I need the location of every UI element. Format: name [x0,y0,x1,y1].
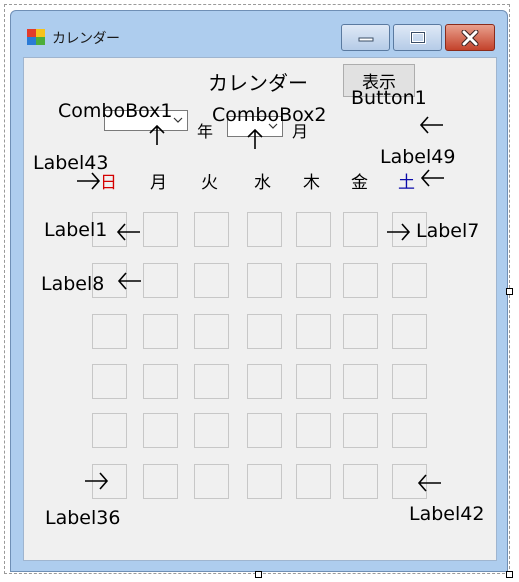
annotation-label42: Label42 [409,503,485,525]
arrow-right-icon [85,472,109,490]
day-label-cell [247,413,282,448]
arrow-left-icon [417,474,441,492]
day-label-cell [143,212,178,247]
designer-surface: カレンダー カレンダー 年 月 表示 日 月 火 水 木 金 土 ComboBo… [0,0,519,582]
annotation-label36: Label36 [45,507,121,529]
calendar-heading: カレンダー [208,71,308,95]
day-label-cell [343,263,378,298]
day-label-cell [247,364,282,399]
window-title: カレンダー [52,31,120,47]
day-label-cell [392,364,427,399]
annotation-label49: Label49 [380,146,456,168]
arrow-up-icon [247,128,263,149]
annotation-label7: Label7 [416,220,480,242]
close-icon [461,29,479,46]
day-label-cell [92,413,127,448]
day-label-cell [343,364,378,399]
weekday-thu: 木 [303,173,320,193]
day-label-cell [343,464,378,499]
day-label-cell [296,464,331,499]
day-label-cell [143,314,178,349]
maximize-icon [409,31,426,44]
day-label-cell [247,314,282,349]
day-label-cell [194,263,229,298]
minimize-button[interactable] [341,24,390,51]
weekday-tue: 火 [201,173,218,193]
day-label-cell [296,364,331,399]
arrow-right-icon [387,223,411,241]
resize-handle-corner[interactable] [506,571,513,578]
close-button[interactable] [445,24,495,51]
day-label-cell [143,263,178,298]
title-bar[interactable]: カレンダー [11,11,507,57]
arrow-left-icon [116,223,140,241]
year-suffix-label: 年 [197,122,214,141]
day-label-cell [392,263,427,298]
day-label-cell [247,464,282,499]
arrow-left-icon [419,116,443,134]
day-label-cell [194,413,229,448]
day-label-cell [296,263,331,298]
arrow-up-icon [149,124,165,145]
day-label-cell [343,413,378,448]
day-label-cell [143,364,178,399]
annotation-label8: Label8 [41,273,105,295]
minimize-icon [358,37,373,41]
annotation-button1: Button1 [351,87,427,109]
arrow-left-icon [117,272,141,290]
day-label-cell [194,314,229,349]
day-label-cell [343,212,378,247]
day-label-cell [296,212,331,247]
arrow-right-icon [77,172,101,190]
arrow-left-icon [420,169,444,187]
weekday-wed: 水 [254,173,271,193]
day-label-cell [296,314,331,349]
resize-handle-right[interactable] [506,288,513,295]
weekday-sat: 土 [398,173,415,193]
day-label-cell [194,364,229,399]
day-label-cell [247,263,282,298]
day-label-cell [392,413,427,448]
annotation-label1: Label1 [44,219,108,241]
day-label-cell [143,413,178,448]
day-label-cell [92,314,127,349]
maximize-button[interactable] [393,24,442,51]
resize-handle-bottom[interactable] [255,571,262,578]
day-label-cell [343,314,378,349]
day-label-cell [143,464,178,499]
chevron-down-icon [173,117,183,123]
weekday-mon: 月 [150,173,167,193]
weekday-fri: 金 [351,173,368,193]
annotation-combobox1: ComboBox1 [58,100,173,122]
day-label-cell [194,464,229,499]
app-icon [27,29,45,45]
day-label-cell [92,364,127,399]
day-label-cell [247,212,282,247]
day-label-cell [194,212,229,247]
annotation-combobox2: ComboBox2 [212,104,327,126]
day-label-cell [392,314,427,349]
day-label-cell [296,413,331,448]
